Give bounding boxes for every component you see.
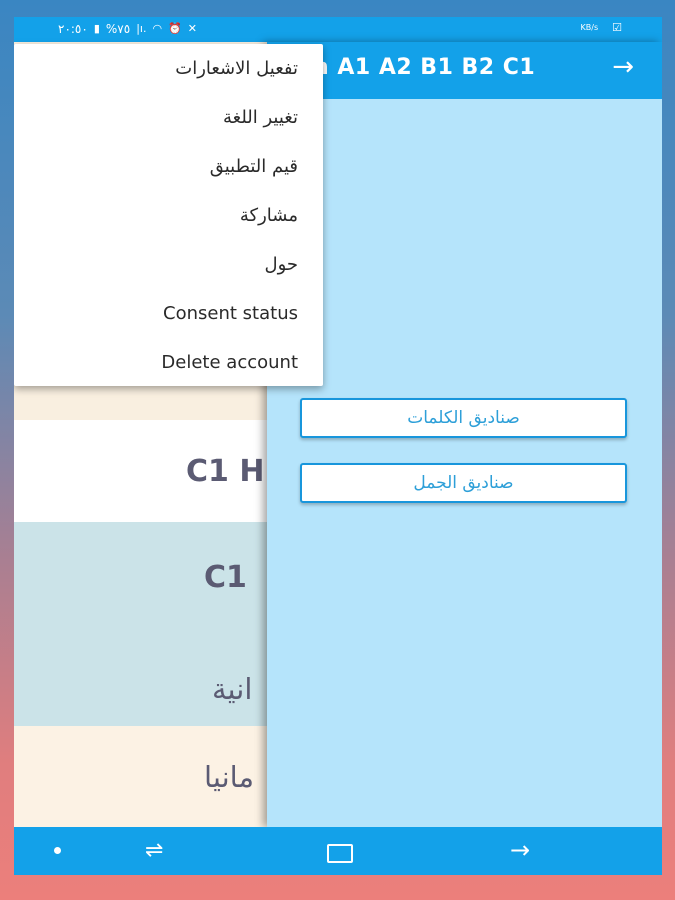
signal-icon: |ı. (136, 22, 147, 35)
list-item-label: C1 H (186, 453, 265, 489)
wifi-icon: ◠ (152, 22, 163, 35)
battery-icon: ▮ (93, 22, 100, 35)
phone-screen: ٢٠:٥٠ ▮ %٧٥ |ı. ◠ ⏰ ✕ KB/s ☑ C1 H C1 اني… (14, 17, 662, 875)
system-nav-bar: ⇌ → (14, 827, 662, 875)
alarm-icon: ⏰ (168, 22, 182, 35)
assistant-dot-icon[interactable] (54, 847, 61, 854)
back-icon[interactable]: → (510, 836, 530, 864)
clock: ٢٠:٥٠ (58, 22, 88, 36)
battery-level: %٧٥ (105, 22, 131, 36)
list-item-sublabel: انية (212, 672, 253, 706)
menu-item-about[interactable]: حول (264, 254, 298, 275)
drawer-title: n A1 A2 B1 B2 C1 (313, 55, 536, 80)
menu-item-consent-status[interactable]: Consent status (163, 303, 298, 324)
navigation-drawer: n A1 A2 B1 B2 C1 → صناديق الكلمات صناديق… (267, 42, 662, 827)
recent-apps-icon[interactable]: ⇌ (145, 840, 163, 862)
home-icon[interactable] (327, 844, 353, 863)
word-boxes-button[interactable]: صناديق الكلمات (300, 398, 627, 438)
menu-item-enable-notifications[interactable]: تفعيل الاشعارات (175, 58, 298, 79)
sentence-boxes-button[interactable]: صناديق الجمل (300, 463, 627, 503)
status-bar: ٢٠:٥٠ ▮ %٧٥ |ı. ◠ ⏰ ✕ KB/s ☑ (14, 17, 662, 42)
menu-item-delete-account[interactable]: Delete account (161, 352, 298, 373)
status-right: KB/s ☑ (581, 21, 622, 35)
overflow-menu: تفعيل الاشعارات تغيير اللغة قيم التطبيق … (14, 44, 323, 386)
menu-item-share[interactable]: مشاركة (240, 205, 298, 226)
back-arrow-icon[interactable]: → (612, 52, 634, 82)
status-left: ٢٠:٥٠ ▮ %٧٥ |ı. ◠ ⏰ ✕ (58, 22, 197, 36)
email-notification-icon: ☑ (612, 21, 622, 34)
list-item-label: مانيا (204, 759, 255, 794)
menu-item-change-language[interactable]: تغيير اللغة (223, 107, 298, 128)
drawer-header: n A1 A2 B1 B2 C1 → (267, 42, 662, 99)
speed-icon: KB/s (580, 23, 599, 32)
menu-item-rate-app[interactable]: قيم التطبيق (210, 156, 298, 177)
mute-icon: ✕ (187, 22, 197, 35)
list-item-label: C1 (204, 560, 247, 595)
